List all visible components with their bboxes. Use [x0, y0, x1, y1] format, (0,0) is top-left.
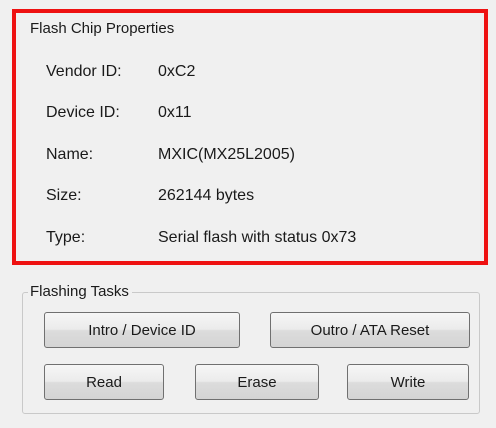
- vendor-id-value: 0xC2: [158, 63, 196, 80]
- flash-tool-window: Flash Chip Properties Vendor ID: 0xC2 De…: [0, 0, 496, 428]
- outro-ata-reset-button[interactable]: Outro / ATA Reset: [270, 312, 470, 348]
- device-id-value: 0x11: [158, 104, 192, 121]
- read-button[interactable]: Read: [44, 364, 164, 400]
- intro-device-id-button[interactable]: Intro / Device ID: [44, 312, 240, 348]
- device-id-label: Device ID:: [46, 104, 120, 121]
- write-button[interactable]: Write: [347, 364, 469, 400]
- flashing-tasks-title: Flashing Tasks: [28, 283, 132, 300]
- flash-chip-properties-title: Flash Chip Properties: [28, 20, 178, 37]
- vendor-id-label: Vendor ID:: [46, 63, 122, 80]
- type-label: Type:: [46, 229, 86, 246]
- type-value: Serial flash with status 0x73: [158, 229, 357, 246]
- erase-button[interactable]: Erase: [195, 364, 319, 400]
- size-label: Size:: [46, 187, 82, 204]
- name-label: Name:: [46, 146, 94, 163]
- size-value: 262144 bytes: [158, 187, 255, 204]
- name-value: MXIC(MX25L2005): [158, 146, 295, 163]
